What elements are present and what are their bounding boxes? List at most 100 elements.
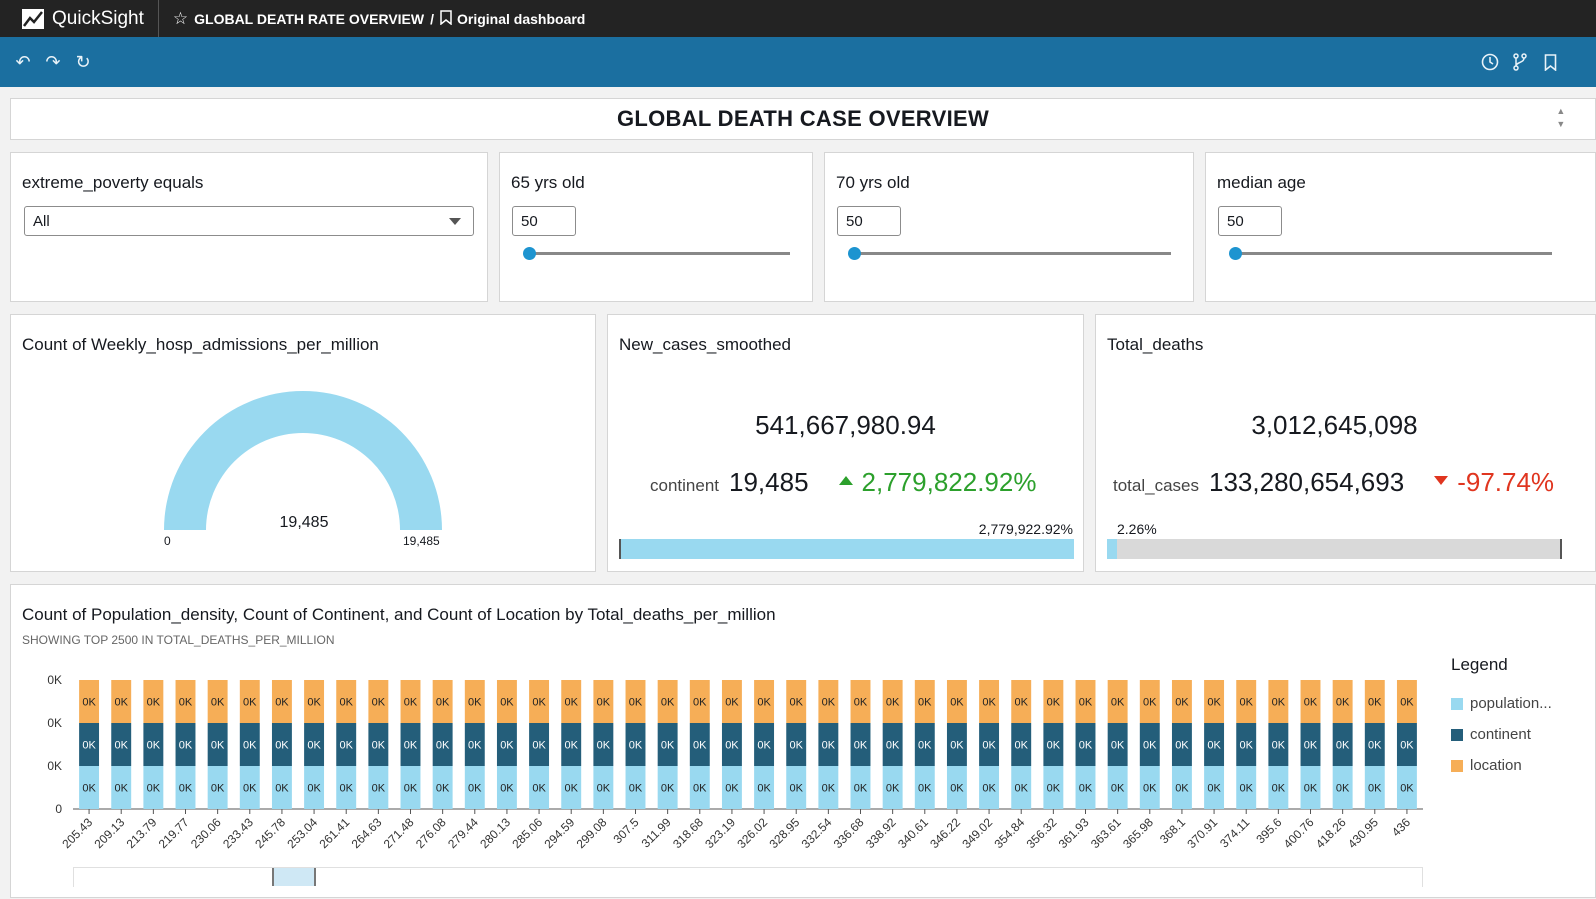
bar-data-label: 0K bbox=[1400, 740, 1414, 752]
age65-input[interactable]: 50 bbox=[512, 206, 576, 236]
visual-title: Total_deaths bbox=[1107, 335, 1204, 354]
poverty-dropdown[interactable]: All bbox=[24, 206, 474, 236]
bar-data-label: 0K bbox=[275, 740, 289, 752]
bar-data-label: 0K bbox=[789, 697, 803, 709]
bar-data-label: 0K bbox=[1272, 740, 1286, 752]
x-tick-label: 280.13 bbox=[477, 815, 513, 851]
dashboard-title-panel: GLOBAL DEATH CASE OVERVIEW ▲ ▼ bbox=[10, 98, 1596, 140]
control-title: 70 yrs old bbox=[836, 173, 910, 192]
bar-data-label: 0K bbox=[982, 697, 996, 709]
bar-data-label: 0K bbox=[147, 783, 161, 795]
x-tick-label: 374.11 bbox=[1217, 815, 1252, 850]
bar-data-label: 0K bbox=[661, 740, 675, 752]
x-tick-label: 336.68 bbox=[831, 815, 867, 851]
bar-data-label: 0K bbox=[1175, 783, 1189, 795]
redo-icon[interactable]: ↷ bbox=[38, 47, 68, 77]
change-up: 2,779,822.92% bbox=[838, 467, 1037, 498]
legend-item-continent[interactable]: continent bbox=[1451, 726, 1552, 743]
bar-data-label: 0K bbox=[1304, 697, 1318, 709]
x-tick-label: 430.95 bbox=[1345, 815, 1381, 851]
median-age-input[interactable]: 50 bbox=[1218, 206, 1282, 236]
bar-data-label: 0K bbox=[1368, 740, 1382, 752]
bookmark-toolbar-icon[interactable] bbox=[1535, 47, 1565, 77]
age70-slider-handle[interactable] bbox=[848, 247, 861, 260]
bar-data-label: 0K bbox=[822, 783, 836, 795]
progress-bar-fill bbox=[1107, 539, 1118, 559]
age65-slider-handle[interactable] bbox=[523, 247, 536, 260]
bar-data-label: 0K bbox=[307, 740, 321, 752]
bar-data-label: 0K bbox=[179, 697, 193, 709]
bar-data-label: 0K bbox=[532, 697, 546, 709]
bar-data-label: 0K bbox=[339, 783, 353, 795]
x-tick-label: 328.95 bbox=[766, 815, 802, 851]
x-tick-label: 363.61 bbox=[1088, 815, 1124, 851]
median-age-control: median age 50 bbox=[1205, 152, 1596, 302]
bar-data-label: 0K bbox=[725, 697, 739, 709]
bar-data-label: 0K bbox=[1111, 783, 1125, 795]
reset-icon[interactable]: ↻ bbox=[68, 47, 98, 77]
scrollbar-handle[interactable] bbox=[272, 868, 316, 886]
bar-data-label: 0K bbox=[564, 740, 578, 752]
bar-data-label: 0K bbox=[82, 697, 96, 709]
bar-data-label: 0K bbox=[243, 783, 257, 795]
age70-slider-track[interactable] bbox=[851, 252, 1171, 255]
kpi-new-cases[interactable]: New_cases_smoothed 541,667,980.94 contin… bbox=[607, 314, 1084, 572]
x-tick-label: 294.59 bbox=[541, 815, 577, 851]
bar-data-label: 0K bbox=[82, 740, 96, 752]
chart-scrollbar[interactable] bbox=[73, 867, 1423, 887]
bar-data-label: 0K bbox=[1207, 740, 1221, 752]
kpi-comparison: continent 19,485 2,779,822.92% bbox=[650, 467, 1036, 498]
bar-data-label: 0K bbox=[243, 697, 257, 709]
branch-icon[interactable] bbox=[1505, 47, 1535, 77]
bar-data-label: 0K bbox=[886, 740, 900, 752]
arrow-down-icon bbox=[1434, 476, 1449, 485]
bar-data-label: 0K bbox=[1175, 697, 1189, 709]
legend-label: continent bbox=[1470, 726, 1531, 743]
star-icon[interactable]: ☆ bbox=[173, 9, 188, 29]
legend-swatch bbox=[1451, 697, 1463, 710]
bar-data-label: 0K bbox=[886, 783, 900, 795]
clock-icon[interactable] bbox=[1475, 47, 1505, 77]
bar-data-label: 0K bbox=[468, 697, 482, 709]
bar-data-label: 0K bbox=[1047, 783, 1061, 795]
gauge-visual[interactable]: Count of Weekly_hosp_admissions_per_mill… bbox=[10, 314, 596, 572]
bar-data-label: 0K bbox=[211, 697, 225, 709]
x-tick-label: 205.43 bbox=[59, 815, 95, 851]
dashboard-title: GLOBAL DEATH CASE OVERVIEW bbox=[616, 106, 990, 131]
age70-input[interactable]: 50 bbox=[837, 206, 901, 236]
x-tick-label: 219.77 bbox=[156, 815, 192, 851]
comparison-value: 19,485 bbox=[729, 467, 809, 497]
legend-item-population[interactable]: population... bbox=[1451, 695, 1552, 712]
breadcrumb-analysis[interactable]: GLOBAL DEATH RATE OVERVIEW bbox=[194, 11, 424, 27]
bar-data-label: 0K bbox=[211, 740, 225, 752]
x-tick-label: 264.63 bbox=[349, 815, 385, 851]
bar-data-label: 0K bbox=[275, 783, 289, 795]
bar-data-label: 0K bbox=[1336, 783, 1350, 795]
legend-item-location[interactable]: location bbox=[1451, 757, 1552, 774]
dropdown-value: All bbox=[33, 213, 50, 230]
bar-data-label: 0K bbox=[693, 697, 707, 709]
median-age-slider-track[interactable] bbox=[1232, 252, 1552, 255]
x-tick-label: 332.54 bbox=[799, 815, 835, 851]
kpi-total-deaths[interactable]: Total_deaths 3,012,645,098 total_cases 1… bbox=[1095, 314, 1596, 572]
bar-data-label: 0K bbox=[1304, 783, 1318, 795]
quicksight-logo[interactable]: QuickSight bbox=[22, 0, 159, 37]
bar-data-label: 0K bbox=[532, 740, 546, 752]
x-tick-label: 365.98 bbox=[1120, 815, 1156, 851]
bar-data-label: 0K bbox=[147, 740, 161, 752]
bar-data-label: 0K bbox=[500, 783, 514, 795]
age65-slider-track[interactable] bbox=[526, 252, 790, 255]
scroll-arrows-icon[interactable]: ▲ ▼ bbox=[1555, 105, 1567, 131]
breadcrumb-dashboard[interactable]: Original dashboard bbox=[457, 11, 585, 27]
stacked-bar-visual[interactable]: Count of Population_density, Count of Co… bbox=[10, 584, 1596, 898]
comparison-label: total_cases bbox=[1113, 476, 1199, 495]
undo-icon[interactable]: ↶ bbox=[8, 47, 38, 77]
visual-title: New_cases_smoothed bbox=[619, 335, 791, 354]
change-value: 2,779,822.92% bbox=[861, 467, 1037, 497]
bar-data-label: 0K bbox=[532, 783, 546, 795]
median-age-slider-handle[interactable] bbox=[1229, 247, 1242, 260]
chart-legend: Legend population... continent location bbox=[1451, 655, 1552, 788]
legend-title: Legend bbox=[1451, 655, 1508, 674]
bar-data-label: 0K bbox=[1239, 783, 1253, 795]
x-tick-label: 318.68 bbox=[670, 815, 706, 851]
